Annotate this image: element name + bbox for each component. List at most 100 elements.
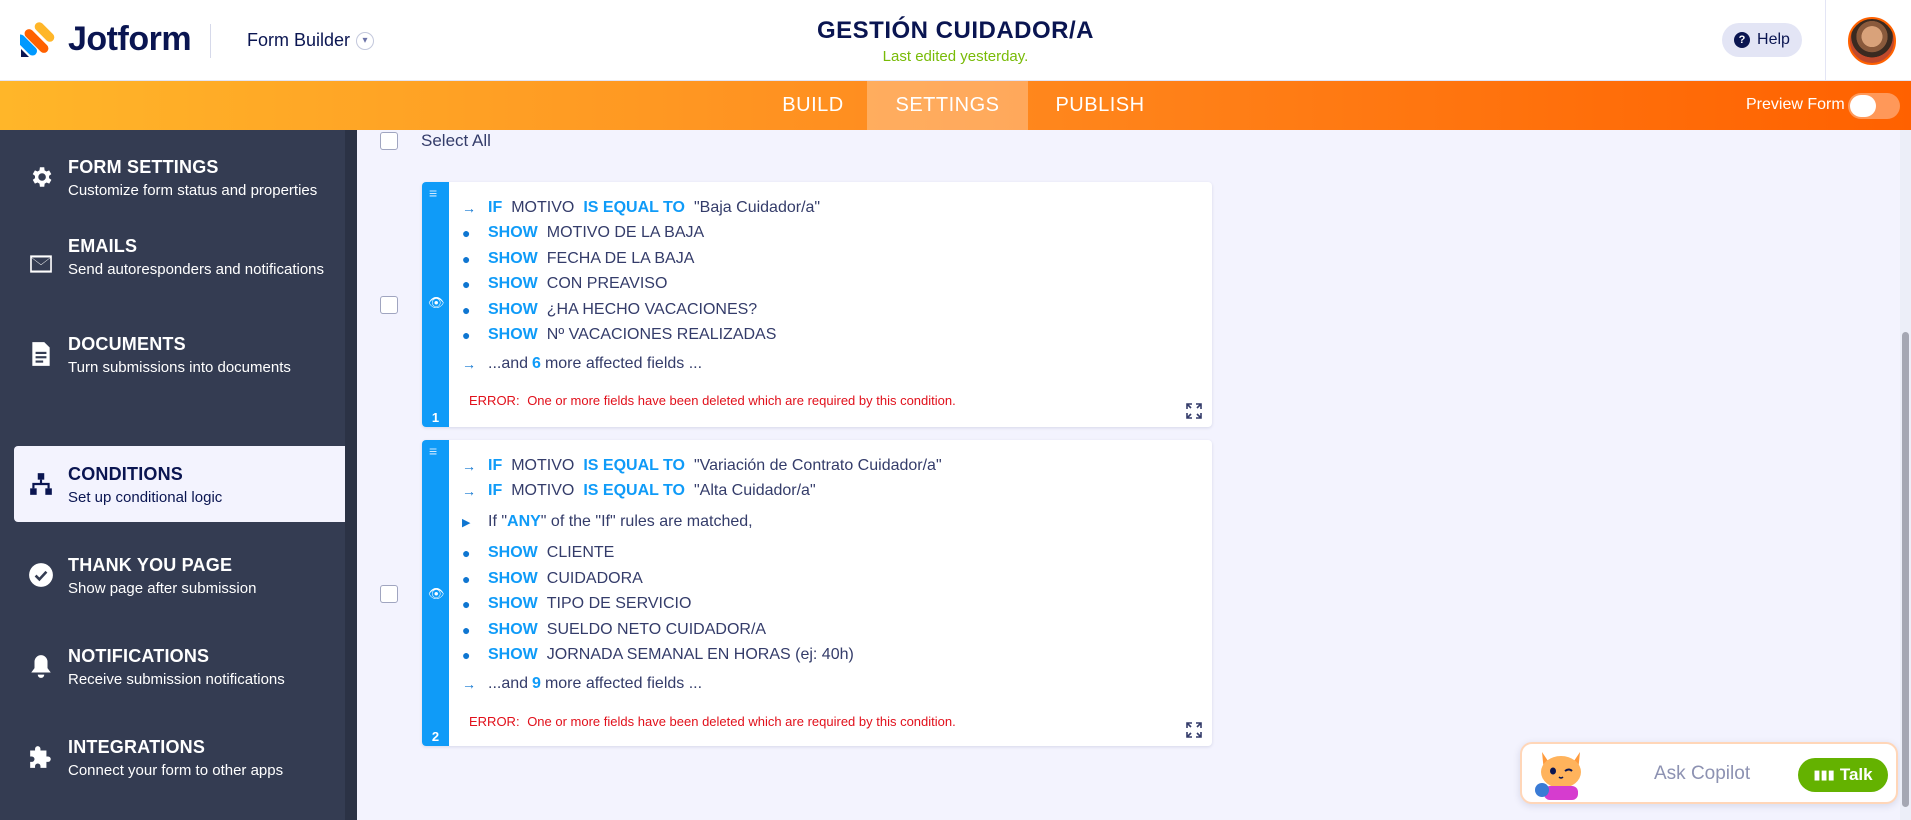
action-keyword: SHOW bbox=[488, 621, 538, 638]
sidebar-item-notifications[interactable]: NOTIFICATIONS Receive submission notific… bbox=[14, 628, 345, 704]
more-suffix: more affected fields ... bbox=[544, 355, 703, 372]
bell-icon bbox=[26, 628, 56, 704]
rule-value: "Variación de Contrato Cuidador/a" bbox=[693, 457, 942, 474]
sidebar-item-form-settings[interactable]: FORM SETTINGS Customize form status and … bbox=[14, 139, 345, 215]
condition-action: ● SHOW FECHA DE LA BAJA bbox=[462, 250, 694, 268]
action-keyword: SHOW bbox=[488, 326, 538, 343]
sidebar-item-title: THANK YOU PAGE bbox=[68, 555, 233, 575]
action-field: CUIDADORA bbox=[546, 570, 643, 587]
triangle-right-icon: ▶ bbox=[462, 516, 471, 529]
sidebar-item-desc: Show page after submission bbox=[68, 580, 257, 597]
tab-publish[interactable]: PUBLISH bbox=[1028, 81, 1172, 130]
form-builder-label: Form Builder bbox=[247, 30, 351, 50]
builder-nav-bar: BUILD SETTINGS PUBLISH Preview Form bbox=[0, 81, 1911, 130]
sidebar-item-documents[interactable]: DOCUMENTS Turn submissions into document… bbox=[14, 316, 345, 392]
eye-icon: ● bbox=[462, 251, 471, 267]
condition-action: ● SHOW JORNADA SEMANAL EN HORAS (ej: 40h… bbox=[462, 646, 854, 664]
match-rule-summary: ▶ If " ANY " of the "If" rules are match… bbox=[462, 513, 753, 531]
arrow-right-icon: → bbox=[462, 483, 476, 499]
ask-copilot-widget[interactable]: Ask Copilot ▮▮▮ Talk bbox=[1520, 742, 1898, 804]
tab-build[interactable]: BUILD bbox=[758, 81, 868, 130]
eye-icon: ● bbox=[462, 302, 471, 318]
error-text: One or more fields have been deleted whi… bbox=[527, 393, 956, 408]
preview-form-toggle[interactable] bbox=[1848, 93, 1900, 119]
drag-handle-icon[interactable]: ≡ bbox=[429, 444, 442, 458]
condition-action: ● SHOW TIPO DE SERVICIO bbox=[462, 595, 691, 613]
condition-1-checkbox[interactable] bbox=[380, 296, 398, 314]
help-button[interactable]: ? Help bbox=[1722, 23, 1802, 57]
condition-strip: ≡ 👁 2 bbox=[422, 440, 449, 746]
sidebar-item-desc: Customize form status and properties bbox=[68, 182, 318, 199]
form-builder-dropdown[interactable]: Form Builder ▾ bbox=[247, 30, 375, 51]
action-field: ¿HA HECHO VACACIONES? bbox=[546, 301, 758, 318]
more-affected-fields[interactable]: → ...and 9 more affected fields ... bbox=[462, 675, 702, 693]
condition-action: ● SHOW MOTIVO DE LA BAJA bbox=[462, 224, 704, 242]
sidebar-item-conditions[interactable]: CONDITIONS Set up conditional logic bbox=[14, 446, 345, 522]
action-field: FECHA DE LA BAJA bbox=[546, 250, 695, 267]
action-keyword: SHOW bbox=[488, 224, 538, 241]
main-scrollbar-thumb[interactable] bbox=[1902, 332, 1909, 807]
sidebar-item-title: FORM SETTINGS bbox=[68, 157, 219, 177]
audio-bars-icon: ▮▮▮ bbox=[1813, 767, 1835, 782]
chevron-down-icon: ▾ bbox=[356, 31, 375, 50]
ask-copilot-input[interactable]: Ask Copilot bbox=[1654, 763, 1750, 785]
tab-settings[interactable]: SETTINGS bbox=[867, 81, 1028, 130]
rule-value: "Baja Cuidador/a" bbox=[693, 199, 821, 216]
more-affected-fields[interactable]: → ...and 6 more affected fields ... bbox=[462, 355, 702, 373]
settings-sidebar: FORM SETTINGS Customize form status and … bbox=[0, 130, 357, 820]
more-prefix: ...and bbox=[488, 355, 529, 372]
rule-operator: IS EQUAL TO bbox=[583, 457, 685, 474]
action-field: JORNADA SEMANAL EN HORAS (ej: 40h) bbox=[546, 646, 854, 663]
more-count: 9 bbox=[532, 675, 541, 692]
condition-action: ● SHOW Nº VACACIONES REALIZADAS bbox=[462, 326, 776, 344]
condition-action: ● SHOW CON PREAVISO bbox=[462, 275, 667, 293]
error-label: ERROR: bbox=[469, 393, 520, 408]
eye-icon: ● bbox=[462, 571, 471, 587]
talk-button[interactable]: ▮▮▮ Talk bbox=[1798, 758, 1888, 792]
action-keyword: SHOW bbox=[488, 275, 538, 292]
rule-operator: IS EQUAL TO bbox=[583, 482, 685, 499]
rule-operator: IS EQUAL TO bbox=[583, 199, 685, 216]
condition-card-2[interactable]: ≡ 👁 2 → IF MOTIVO IS EQUAL TO "Variación… bbox=[422, 440, 1212, 746]
select-all-label[interactable]: Select All bbox=[421, 131, 491, 151]
eye-icon: ● bbox=[462, 596, 471, 612]
action-keyword: SHOW bbox=[488, 646, 538, 663]
sidebar-item-thank-you-page[interactable]: THANK YOU PAGE Show page after submissio… bbox=[14, 537, 345, 613]
condition-card-1[interactable]: ≡ 👁 1 → IF MOTIVO IS EQUAL TO "Baja Cuid… bbox=[422, 182, 1212, 427]
gear-icon bbox=[26, 139, 56, 215]
sidebar-scroll-track[interactable] bbox=[345, 130, 357, 820]
eye-icon: 👁 bbox=[428, 295, 445, 310]
drag-handle-icon[interactable]: ≡ bbox=[429, 186, 442, 200]
jotform-logo[interactable]: Jotform bbox=[20, 20, 192, 59]
rule-field: MOTIVO bbox=[511, 199, 575, 216]
sidebar-item-desc: Send autoresponders and notifications bbox=[68, 261, 325, 278]
expand-icon[interactable] bbox=[1186, 403, 1202, 419]
eye-icon: ● bbox=[462, 647, 471, 663]
action-keyword: SHOW bbox=[488, 544, 538, 561]
arrow-right-icon: → bbox=[462, 200, 476, 216]
condition-action: ● SHOW ¿HA HECHO VACACIONES? bbox=[462, 301, 757, 319]
sidebar-item-emails[interactable]: EMAILS Send autoresponders and notificat… bbox=[14, 218, 345, 310]
avatar[interactable] bbox=[1848, 17, 1896, 65]
condition-action: ● SHOW SUELDO NETO CUIDADOR/A bbox=[462, 621, 766, 639]
arrow-right-icon: → bbox=[462, 356, 476, 372]
header-divider-right bbox=[1825, 0, 1826, 81]
action-keyword: SHOW bbox=[488, 595, 538, 612]
sidebar-item-integrations[interactable]: INTEGRATIONS Connect your form to other … bbox=[14, 719, 345, 795]
sidebar-item-title: DOCUMENTS bbox=[68, 334, 186, 354]
action-field: SUELDO NETO CUIDADOR/A bbox=[546, 621, 767, 638]
sidebar-item-desc: Receive submission notifications bbox=[68, 671, 285, 688]
condition-number: 1 bbox=[431, 410, 440, 425]
check-circle-icon bbox=[26, 537, 56, 613]
condition-2-checkbox[interactable] bbox=[380, 585, 398, 603]
error-label: ERROR: bbox=[469, 714, 520, 729]
condition-rule: → IF MOTIVO IS EQUAL TO "Variación de Co… bbox=[462, 457, 942, 475]
conditions-icon bbox=[26, 446, 56, 522]
match-suffix: " of the "If" rules are matched, bbox=[540, 513, 753, 530]
condition-rule: → IF MOTIVO IS EQUAL TO "Alta Cuidador/a… bbox=[462, 482, 816, 500]
select-all-checkbox[interactable] bbox=[380, 132, 398, 150]
expand-icon[interactable] bbox=[1186, 722, 1202, 738]
rule-field: MOTIVO bbox=[511, 482, 575, 499]
top-header: Jotform Form Builder ▾ GESTIÓN CUIDADOR/… bbox=[0, 0, 1911, 81]
copilot-cat-icon bbox=[1535, 752, 1581, 800]
